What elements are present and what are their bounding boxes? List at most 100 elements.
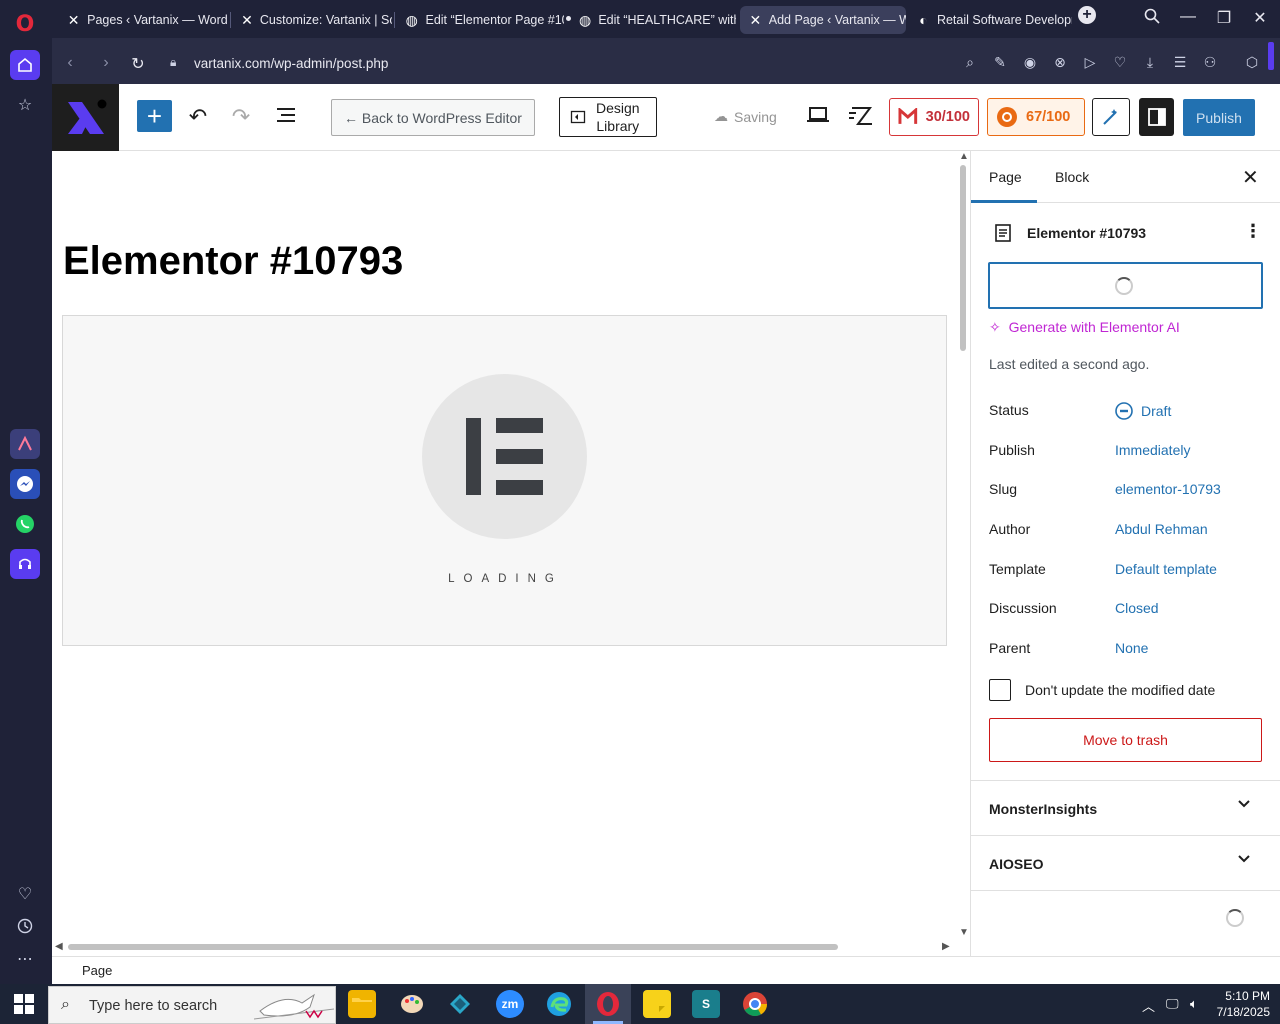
vertical-scrollbar[interactable]: ▲ ▼ bbox=[957, 151, 969, 946]
x-logo-icon: ✕ bbox=[241, 11, 253, 28]
history-icon[interactable] bbox=[10, 911, 40, 941]
spinner-icon bbox=[1226, 909, 1244, 927]
aria-app-icon[interactable] bbox=[10, 429, 40, 459]
restore-icon[interactable]: ❐ bbox=[1212, 8, 1236, 28]
design-library-button[interactable]: Design Library bbox=[559, 97, 657, 137]
more-icon[interactable]: ⋯ bbox=[10, 944, 40, 974]
profile-icon[interactable]: ⚇ bbox=[1200, 54, 1220, 71]
author-link[interactable]: Abdul Rehman bbox=[1115, 521, 1208, 537]
back-to-wp-editor-button[interactable]: ← Back to WordPress Editor bbox=[331, 99, 535, 136]
network-icon[interactable]: 🖵︎ bbox=[1166, 996, 1179, 1012]
url-field[interactable]: vartanix.com/wp-admin/post.php bbox=[194, 56, 388, 71]
publish-button[interactable]: Publish bbox=[1183, 99, 1255, 136]
sticky-notes-icon[interactable] bbox=[643, 990, 671, 1018]
scroll-up-icon[interactable]: ▲ bbox=[959, 151, 969, 162]
heart-icon[interactable]: ♡ bbox=[1110, 54, 1130, 71]
monsterinsights-score-button[interactable]: 30/100 bbox=[889, 98, 979, 136]
music-player-icon[interactable] bbox=[10, 549, 40, 579]
app-diamond-icon[interactable] bbox=[446, 990, 474, 1018]
heart-icon[interactable]: ♡ bbox=[10, 879, 40, 909]
editor-canvas[interactable]: Elementor #10793 LOADING ▲ ▼ ◀ ▶ bbox=[52, 151, 970, 956]
document-overview-icon[interactable] bbox=[273, 104, 299, 130]
tab-edit-elementor[interactable]: ◍ Edit “Elementor Page #10 bbox=[396, 6, 564, 34]
cloud-icon: ☁ bbox=[714, 108, 728, 124]
extensions-icon[interactable]: ⬡ bbox=[1242, 54, 1262, 71]
easy-setup-icon[interactable]: ☰ bbox=[1170, 54, 1190, 71]
settings-panel-toggle[interactable] bbox=[1139, 98, 1174, 136]
featured-loading-field[interactable] bbox=[988, 262, 1263, 309]
generate-ai-link[interactable]: ✧ Generate with Elementor AI bbox=[989, 319, 1180, 336]
paint-app-icon[interactable] bbox=[398, 990, 426, 1018]
tab-retail-software[interactable]: ◐ Retail Software Developm bbox=[908, 6, 1072, 34]
search-tabs-icon[interactable] bbox=[1140, 8, 1164, 29]
tab-customize[interactable]: ✕ Customize: Vartanix | Softw bbox=[232, 6, 392, 34]
file-explorer-icon[interactable] bbox=[348, 990, 376, 1018]
saving-indicator: ☁ Saving bbox=[714, 108, 777, 125]
chrome-icon[interactable] bbox=[741, 990, 769, 1018]
document-options-icon[interactable]: ⋮ bbox=[1244, 221, 1262, 242]
status-value[interactable]: Draft bbox=[1115, 402, 1171, 420]
forward-icon[interactable]: › bbox=[96, 54, 116, 72]
close-window-icon[interactable]: ✕ bbox=[1248, 8, 1272, 28]
zoom-icon[interactable]: zm bbox=[496, 990, 524, 1018]
template-link[interactable]: Default template bbox=[1115, 561, 1217, 577]
taskbar-search[interactable]: ⌕ Type here to search bbox=[48, 986, 336, 1024]
app-s-icon[interactable]: S bbox=[692, 990, 720, 1018]
new-tab-icon[interactable]: + bbox=[1078, 6, 1096, 24]
vertical-scroll-thumb[interactable] bbox=[960, 165, 966, 351]
close-sidebar-icon[interactable]: ✕ bbox=[1242, 165, 1259, 190]
speed-icon[interactable] bbox=[848, 104, 874, 130]
tab-block[interactable]: Block bbox=[1055, 169, 1089, 185]
row-publish: Publish Immediately bbox=[989, 442, 1191, 458]
horizontal-scrollbar[interactable]: ◀ ▶ bbox=[52, 941, 957, 953]
star-icon[interactable]: ☆ bbox=[10, 90, 40, 120]
send-icon[interactable]: ▷ bbox=[1080, 54, 1100, 71]
dont-update-date-checkbox[interactable] bbox=[989, 679, 1011, 701]
publish-date-link[interactable]: Immediately bbox=[1115, 442, 1190, 458]
draft-status-icon bbox=[1115, 402, 1133, 420]
slug-link[interactable]: elementor-10793 bbox=[1115, 481, 1221, 497]
aioseo-panel[interactable]: AIOSEO bbox=[971, 835, 1280, 891]
volume-icon[interactable]: 🔈︎ bbox=[1190, 996, 1198, 1012]
scroll-right-icon[interactable]: ▶ bbox=[942, 941, 950, 952]
scroll-left-icon[interactable]: ◀ bbox=[55, 941, 63, 952]
tab-pages[interactable]: ✕ Pages ‹ Vartanix — WordP bbox=[58, 6, 228, 34]
document-header: Elementor #10793 bbox=[993, 223, 1146, 243]
breadcrumb-page[interactable]: Page bbox=[82, 963, 112, 978]
tab-add-page[interactable]: ✕ Add Page ‹ Vartanix — Wo bbox=[740, 6, 906, 34]
edit-icon[interactable]: ✎ bbox=[990, 54, 1010, 71]
whatsapp-icon[interactable] bbox=[10, 509, 40, 539]
edge-icon[interactable] bbox=[545, 990, 573, 1018]
tab-page[interactable]: Page bbox=[989, 169, 1022, 185]
opera-taskbar-icon[interactable] bbox=[594, 990, 622, 1018]
download-icon[interactable]: ⤓ bbox=[1140, 54, 1160, 71]
add-block-button[interactable]: + bbox=[137, 100, 172, 132]
back-icon[interactable]: ‹ bbox=[60, 54, 80, 72]
minimize-icon[interactable]: — bbox=[1176, 8, 1200, 26]
undo-icon[interactable]: ↶ bbox=[185, 104, 211, 130]
lens-icon[interactable]: ⌕ bbox=[960, 54, 980, 71]
move-to-trash-button[interactable]: Move to trash bbox=[989, 718, 1262, 762]
redo-icon[interactable]: ↷ bbox=[228, 104, 254, 130]
camera-icon[interactable]: ◉ bbox=[1020, 54, 1040, 71]
parent-link[interactable]: None bbox=[1115, 640, 1148, 656]
tray-chevron-icon[interactable]: ︿ bbox=[1142, 996, 1155, 1015]
opera-logo-icon[interactable]: O bbox=[10, 9, 40, 39]
reload-icon[interactable]: ↻ bbox=[128, 54, 148, 74]
tab-edit-healthcare[interactable]: ◍ Edit “HEALTHCARE” with E bbox=[570, 6, 736, 34]
spinner-icon bbox=[1115, 277, 1133, 295]
discussion-link[interactable]: Closed bbox=[1115, 600, 1159, 616]
aioseo-score-button[interactable]: 67/100 bbox=[987, 98, 1085, 136]
scroll-down-icon[interactable]: ▼ bbox=[959, 927, 969, 938]
windows-start-icon[interactable] bbox=[14, 994, 34, 1014]
home-icon[interactable] bbox=[10, 50, 40, 80]
messenger-icon[interactable] bbox=[10, 469, 40, 499]
horizontal-scroll-thumb[interactable] bbox=[68, 944, 838, 950]
monsterinsights-panel[interactable]: MonsterInsights bbox=[971, 780, 1280, 836]
adblock-icon[interactable]: ⊗ bbox=[1050, 54, 1070, 71]
taskbar-clock[interactable]: 5:10 PM 7/18/2025 bbox=[1212, 988, 1270, 1020]
preview-device-icon[interactable] bbox=[805, 104, 831, 130]
ai-wand-button[interactable] bbox=[1092, 98, 1130, 136]
post-title[interactable]: Elementor #10793 bbox=[63, 239, 403, 284]
site-logo[interactable] bbox=[52, 84, 119, 151]
